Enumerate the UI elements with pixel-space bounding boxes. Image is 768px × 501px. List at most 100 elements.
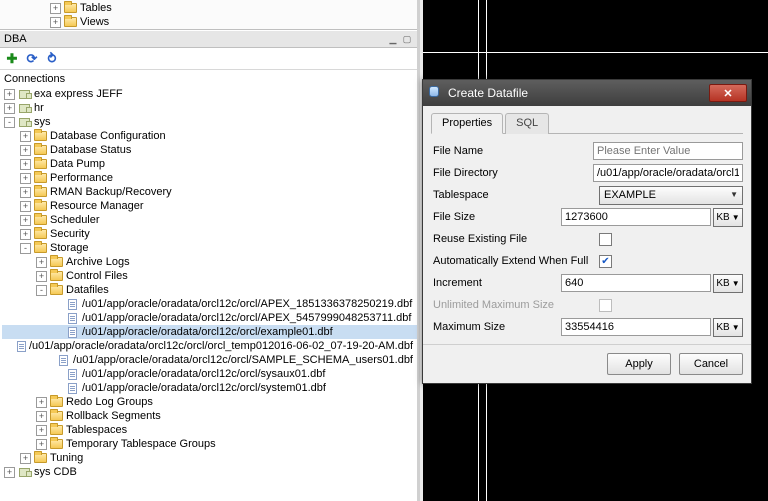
expand-icon[interactable]: + [20, 201, 31, 212]
tree-row[interactable]: +Resource Manager [2, 199, 417, 213]
tree-row[interactable]: +Database Status [2, 143, 417, 157]
tablespace-select[interactable]: EXAMPLE [599, 186, 743, 205]
dialog-icon [429, 86, 443, 100]
tree-row[interactable]: +Archive Logs [2, 255, 417, 269]
refresh-icon[interactable]: ⟳ [24, 51, 40, 67]
folder-icon [33, 186, 47, 198]
twisty-blank [52, 383, 63, 394]
tree-row[interactable]: +Tuning [2, 451, 417, 465]
expand-icon[interactable]: + [20, 215, 31, 226]
expand-icon[interactable]: + [20, 453, 31, 464]
tree-row[interactable]: -Datafiles [2, 283, 417, 297]
dba-tree[interactable]: +exa express JEFF+hr-sys+Database Config… [0, 87, 417, 501]
tree-row[interactable]: +hr [2, 101, 417, 115]
restore-icon[interactable]: ▢ [401, 33, 413, 45]
tree-row[interactable]: +exa express JEFF [2, 87, 417, 101]
tree-row[interactable]: +Tablespaces [2, 423, 417, 437]
auto-extend-checkbox[interactable]: ✔ [599, 255, 612, 268]
refresh-all-icon[interactable]: ⥁ [44, 51, 60, 67]
expand-icon[interactable]: + [4, 467, 15, 478]
folder-icon [33, 200, 47, 212]
tree-row[interactable]: /u01/app/oracle/oradata/orcl12c/orcl/sys… [2, 381, 417, 395]
label-max-size: Maximum Size [431, 321, 561, 333]
minimize-icon[interactable]: ▁ [387, 33, 399, 45]
expand-icon[interactable]: + [36, 397, 47, 408]
tree-node-label: /u01/app/oracle/oradata/orcl12c/orcl/sys… [82, 367, 325, 381]
expand-icon[interactable]: + [20, 173, 31, 184]
tree-row[interactable]: -sys [2, 115, 417, 129]
expand-icon[interactable]: + [20, 131, 31, 142]
expand-icon[interactable]: + [20, 187, 31, 198]
tab-sql[interactable]: SQL [505, 113, 549, 134]
tree-row[interactable]: +Temporary Tablespace Groups [2, 437, 417, 451]
folder-icon [33, 452, 47, 464]
file-directory-input[interactable] [593, 164, 743, 182]
tree-node-label: /u01/app/oracle/oradata/orcl12c/orcl/SAM… [73, 353, 413, 367]
dialog-titlebar[interactable]: Create Datafile ✕ [423, 80, 751, 106]
dialog-tabs: Properties SQL [431, 112, 743, 134]
tree-node-label: Tables [80, 2, 112, 14]
twisty-blank [52, 327, 63, 338]
expand-icon[interactable]: + [20, 229, 31, 240]
label-auto-extend: Automatically Extend When Full [431, 255, 599, 267]
reuse-checkbox[interactable] [599, 233, 612, 246]
collapse-icon[interactable]: - [36, 285, 47, 296]
expand-icon[interactable]: + [36, 425, 47, 436]
tree-row[interactable]: +Security [2, 227, 417, 241]
expand-icon[interactable]: + [36, 271, 47, 282]
tree-row[interactable]: +Database Configuration [2, 129, 417, 143]
folder-icon [49, 410, 63, 422]
folder-icon [49, 256, 63, 268]
add-connection-icon[interactable]: ✚ [4, 51, 20, 67]
dba-panel-header: DBA ▁ ▢ [0, 30, 417, 48]
increment-unit[interactable]: KB▼ [713, 274, 743, 293]
file-size-unit[interactable]: KB▼ [713, 208, 743, 227]
max-size-unit[interactable]: KB▼ [713, 318, 743, 337]
tree-row[interactable]: /u01/app/oracle/oradata/orcl12c/orcl/APE… [2, 311, 417, 325]
expand-icon[interactable]: + [20, 159, 31, 170]
tree-node-label: Control Files [66, 269, 128, 283]
tree-row[interactable]: + Tables [4, 1, 413, 15]
tree-node-label: /u01/app/oracle/oradata/orcl12c/orcl/APE… [82, 297, 412, 311]
expand-icon[interactable]: + [50, 17, 61, 28]
tab-properties[interactable]: Properties [431, 113, 503, 134]
tree-row[interactable]: -Storage [2, 241, 417, 255]
tree-row[interactable]: /u01/app/oracle/oradata/orcl12c/orcl/exa… [2, 325, 417, 339]
expand-icon[interactable]: + [36, 411, 47, 422]
tree-row[interactable]: /u01/app/oracle/oradata/orcl12c/orcl/orc… [2, 339, 417, 353]
datafile-icon [65, 312, 79, 324]
tree-row[interactable]: +Views [4, 15, 413, 29]
file-name-input[interactable] [593, 142, 743, 160]
tree-node-label: /u01/app/oracle/oradata/orcl12c/orcl/sys… [82, 381, 326, 395]
tree-row[interactable]: +Data Pump [2, 157, 417, 171]
tree-row[interactable]: +sys CDB [2, 465, 417, 479]
increment-input[interactable] [561, 274, 711, 292]
close-icon[interactable]: ✕ [709, 84, 747, 102]
file-size-input[interactable] [561, 208, 711, 226]
datafile-icon [65, 298, 79, 310]
tree-row[interactable]: +Performance [2, 171, 417, 185]
tree-row[interactable]: +RMAN Backup/Recovery [2, 185, 417, 199]
expand-icon[interactable]: + [36, 439, 47, 450]
expand-icon[interactable]: + [4, 103, 15, 114]
collapse-icon[interactable]: - [20, 243, 31, 254]
label-file-directory: File Directory [431, 167, 593, 179]
tree-row[interactable]: /u01/app/oracle/oradata/orcl12c/orcl/APE… [2, 297, 417, 311]
tree-row[interactable]: +Rollback Segments [2, 409, 417, 423]
max-size-input[interactable] [561, 318, 711, 336]
cancel-button[interactable]: Cancel [679, 353, 743, 375]
tree-row[interactable]: /u01/app/oracle/oradata/orcl12c/orcl/SAM… [2, 353, 417, 367]
tree-node-label: Scheduler [50, 213, 100, 227]
expand-icon[interactable]: + [36, 257, 47, 268]
apply-button[interactable]: Apply [607, 353, 671, 375]
expand-icon[interactable]: + [50, 3, 61, 14]
tree-row[interactable]: + Control Files [2, 269, 417, 283]
expand-icon[interactable]: + [4, 89, 15, 100]
tree-row[interactable]: /u01/app/oracle/oradata/orcl12c/orcl/sys… [2, 367, 417, 381]
tree-node-label: /u01/app/oracle/oradata/orcl12c/orcl/exa… [82, 325, 333, 339]
tree-row[interactable]: + Scheduler [2, 213, 417, 227]
expand-icon[interactable]: + [20, 145, 31, 156]
collapse-icon[interactable]: - [4, 117, 15, 128]
tree-row[interactable]: +Redo Log Groups [2, 395, 417, 409]
folder-icon [33, 130, 47, 142]
